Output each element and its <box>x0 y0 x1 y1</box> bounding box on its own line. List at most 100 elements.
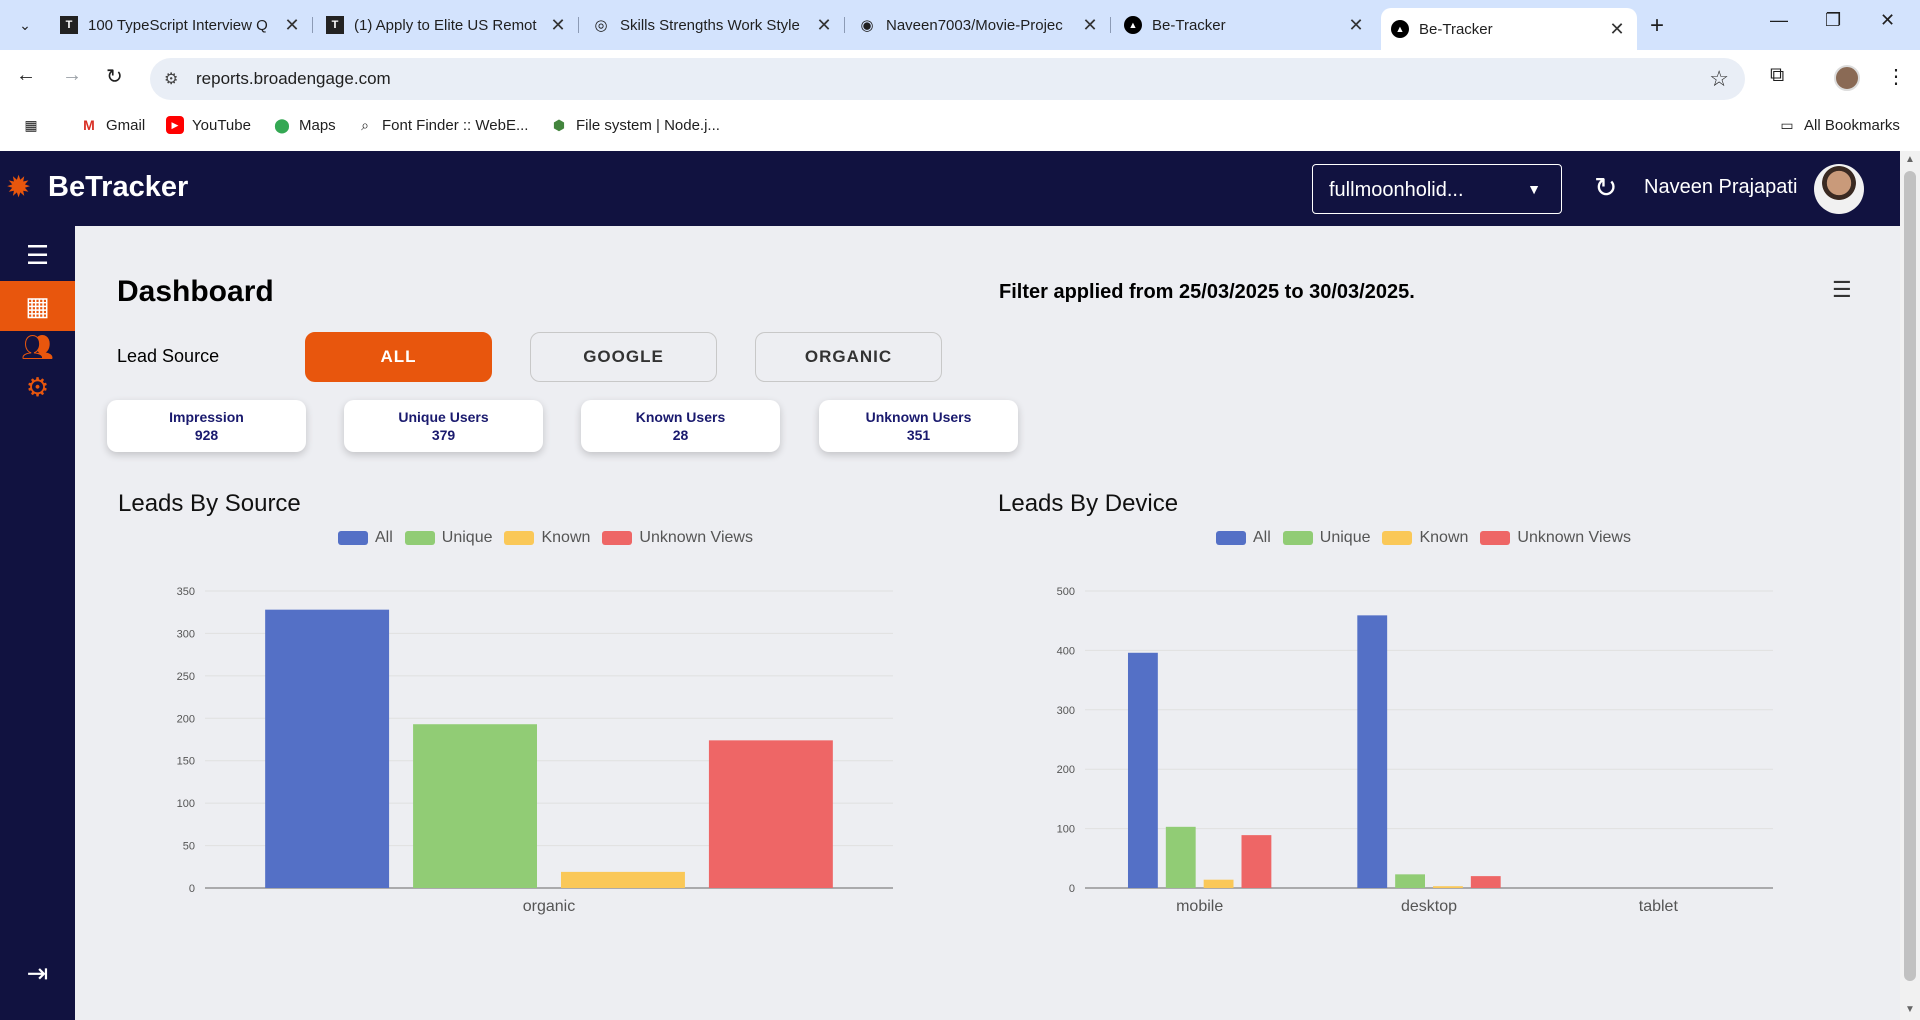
bar-unique <box>1165 826 1196 888</box>
profile-avatar[interactable] <box>1834 65 1860 91</box>
app-header: ✹ BeTracker fullmoonholid... ▼ ↻ Naveen … <box>0 151 1900 226</box>
menu-kebab-icon[interactable]: ⋮ <box>1886 64 1906 89</box>
stat-card-unique-users: Unique Users 379 <box>344 400 543 452</box>
close-tab-icon[interactable]: ✕ <box>814 15 834 36</box>
bar-all <box>265 609 390 888</box>
close-tab-icon[interactable]: ✕ <box>1607 19 1627 40</box>
bookmark-star-icon[interactable]: ☆ <box>1709 66 1729 92</box>
github-icon: ◉ <box>860 17 874 34</box>
account-select[interactable]: fullmoonholid... ▼ <box>1312 164 1562 214</box>
tab-title: (1) Apply to Elite US Remot <box>354 16 537 34</box>
minimize-icon[interactable]: — <box>1770 10 1788 31</box>
browser-toolbar: ← → ↻ ⚙ reports.broadengage.com ☆ ⧉ ⋮ <box>0 50 1920 108</box>
source-google-button[interactable]: GOOGLE <box>530 332 717 382</box>
address-bar[interactable]: ⚙ reports.broadengage.com ☆ <box>150 58 1745 100</box>
x-category-label: organic <box>523 898 575 915</box>
x-category-label: tablet <box>1639 898 1679 915</box>
bookmark-label: Maps <box>299 116 336 134</box>
refresh-icon[interactable]: ↻ <box>1594 171 1617 204</box>
maps-pin-icon: ⬤ <box>274 116 290 133</box>
reload-icon[interactable]: ↻ <box>106 64 123 89</box>
close-tab-icon[interactable]: ✕ <box>1080 15 1100 36</box>
browser-tab[interactable]: T (1) Apply to Elite US Remot ✕ <box>316 8 579 42</box>
bookmark-node[interactable]: ⬢ File system | Node.j... <box>550 116 720 134</box>
extensions-icon[interactable]: ⧉ <box>1770 64 1784 87</box>
chart-title-leads-by-device: Leads By Device <box>998 490 1179 517</box>
chart-title-leads-by-source: Leads By Source <box>118 490 301 517</box>
filter-icon[interactable]: ☰ <box>1832 277 1852 303</box>
source-all-button[interactable]: ALL <box>305 332 492 382</box>
apps-grid-icon[interactable]: ▦ <box>22 116 48 134</box>
logout-icon[interactable]: ⇥ <box>0 948 75 998</box>
bookmark-gmail[interactable]: M Gmail <box>80 116 145 134</box>
close-tab-icon[interactable]: ✕ <box>1346 15 1366 36</box>
bookmark-maps[interactable]: ⬤ Maps <box>273 116 336 134</box>
browser-tab[interactable]: ◎ Skills Strengths Work Style ✕ <box>582 8 845 42</box>
page: ✹ BeTracker fullmoonholid... ▼ ↻ Naveen … <box>0 151 1920 1020</box>
legend-item-unique[interactable]: Unique <box>1282 529 1370 547</box>
x-category-label: desktop <box>1401 898 1457 915</box>
bar-unknown-views <box>708 740 833 888</box>
bar-known <box>561 871 685 888</box>
account-select-value: fullmoonholid... <box>1329 179 1464 201</box>
y-tick-label: 300 <box>177 628 195 640</box>
scrollbar-thumb[interactable] <box>1904 171 1916 981</box>
legend-swatch <box>1282 531 1313 545</box>
close-window-icon[interactable]: ✕ <box>1880 10 1895 31</box>
stat-card-unknown-users: Unknown Users 351 <box>819 400 1018 452</box>
hamburger-menu-icon[interactable]: ☰ <box>0 230 75 280</box>
browser-tab[interactable]: ◉ Naveen7003/Movie-Projec ✕ <box>848 8 1111 42</box>
y-tick-label: 150 <box>177 756 195 768</box>
leads-by-device-chart: 0 100 200 300 400 500 mobile desktop tablet <box>1057 586 1773 915</box>
restore-icon[interactable]: ❐ <box>1825 10 1841 31</box>
tab-search-icon[interactable]: ⌄ <box>10 10 40 40</box>
app-logo[interactable]: ✹ BeTracker <box>6 171 188 204</box>
close-tab-icon[interactable]: ✕ <box>548 15 568 36</box>
y-tick-label: 200 <box>177 713 195 725</box>
bookmark-label: YouTube <box>192 116 251 134</box>
bar-unknown-views <box>1241 835 1272 888</box>
legend-label: Known <box>541 529 591 546</box>
y-tick-label: 400 <box>1057 645 1075 657</box>
y-tick-label: 100 <box>1057 824 1075 836</box>
legend-item-known[interactable]: Known <box>1382 529 1468 547</box>
forward-icon[interactable]: → <box>62 64 82 87</box>
legend-label: Known <box>1419 529 1469 546</box>
legend-swatch <box>338 531 368 545</box>
bar-unique <box>1395 874 1425 888</box>
site-info-icon[interactable]: ⚙ <box>164 69 178 89</box>
tab-favicon-icon: ▲ <box>1391 20 1409 38</box>
source-organic-button[interactable]: ORGANIC <box>755 332 942 382</box>
bookmark-youtube[interactable]: ▶ YouTube <box>166 116 251 134</box>
legend-item-unknown-views[interactable]: Unknown Views <box>602 529 753 547</box>
scroll-up-icon[interactable]: ▲ <box>1905 154 1915 165</box>
stat-label: Unique Users <box>398 409 489 425</box>
chart-legend: All Unique Known Unknown Views <box>338 529 765 547</box>
all-bookmarks[interactable]: ▭ All Bookmarks <box>1778 116 1900 134</box>
gmail-icon: M <box>83 117 95 133</box>
legend-item-all[interactable]: All <box>338 529 393 547</box>
browser-tab-active[interactable]: ▲ Be-Tracker ✕ <box>1381 8 1637 50</box>
new-tab-icon[interactable]: + <box>1650 12 1664 40</box>
url-text[interactable]: reports.broadengage.com <box>196 69 391 89</box>
user-avatar[interactable] <box>1814 164 1864 214</box>
legend-item-known[interactable]: Known <box>504 529 590 547</box>
browser-tab[interactable]: ▲ Be-Tracker ✕ <box>1114 8 1376 42</box>
tab-title: Be-Tracker <box>1419 20 1493 38</box>
y-tick-label: 200 <box>1057 764 1075 776</box>
bar-all <box>1357 615 1388 888</box>
settings-gear-icon[interactable]: ⚙ <box>0 362 75 412</box>
page-scrollbar[interactable]: ▲ ▼ <box>1900 151 1920 1020</box>
legend-item-unknown-views[interactable]: Unknown Views <box>1480 529 1631 547</box>
bookmark-font-finder[interactable]: ⌕ Font Finder :: WebE... <box>356 116 528 134</box>
tab-favicon-icon: ▲ <box>1124 16 1142 34</box>
close-tab-icon[interactable]: ✕ <box>282 15 302 36</box>
sidebar: ☰ ▦ 👥︎ ⚙ ⇥ <box>0 226 75 1020</box>
tab-favicon-icon: ◎ <box>594 17 608 34</box>
bookmark-label: All Bookmarks <box>1804 116 1900 134</box>
scroll-down-icon[interactable]: ▼ <box>1905 1004 1915 1015</box>
browser-tab[interactable]: T 100 TypeScript Interview Q ✕ <box>50 8 313 42</box>
legend-item-all[interactable]: All <box>1216 529 1271 547</box>
back-icon[interactable]: ← <box>16 64 36 87</box>
legend-item-unique[interactable]: Unique <box>404 529 492 547</box>
